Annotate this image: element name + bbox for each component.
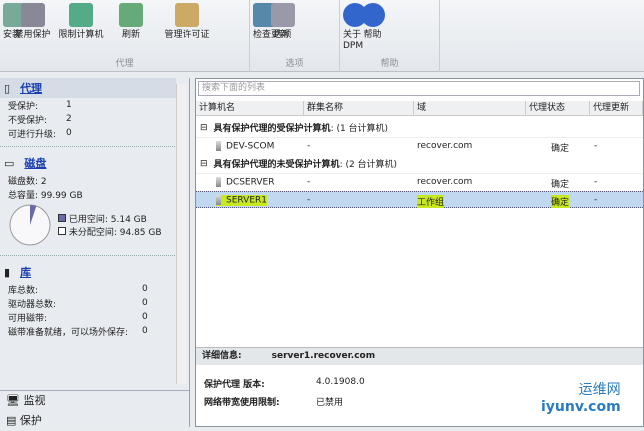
ribbon-group: 安装 禁用保护 限制计算机 刷新 管理许可证代理 bbox=[0, 0, 250, 72]
detail-header: 详细信息: server1.recover.com bbox=[196, 347, 643, 365]
table-cell: - bbox=[307, 195, 311, 205]
disks-link[interactable]: 磁盘 bbox=[24, 155, 46, 171]
button-icon bbox=[119, 3, 143, 27]
column-header[interactable]: 代理更新 bbox=[590, 101, 643, 115]
ribbon-button[interactable]: 选项 bbox=[260, 3, 305, 41]
table-cell: - bbox=[594, 177, 598, 187]
ribbon-group: 检查更新 选项 选项 bbox=[250, 0, 340, 72]
table-cell: 确定 bbox=[551, 144, 570, 154]
watermark-logo: 运维网 iyunv.com bbox=[541, 382, 621, 415]
group-label: 代理 bbox=[115, 59, 134, 69]
ribbon-button[interactable]: 安装 bbox=[3, 3, 27, 41]
disk-capacity: 总容量: 99.99 GB bbox=[8, 190, 83, 201]
ribbon-button[interactable]: 禁用保护 bbox=[10, 3, 55, 41]
stat-row: 不受保护: 2 bbox=[8, 114, 72, 126]
table-row[interactable]: SERVER1 - 工作组 确定 - bbox=[196, 191, 643, 208]
button-icon bbox=[360, 3, 385, 27]
computer-list-pane: 搜索下面的列表 计算机名 群集名称域代理状态 代理更新 ⊟ 具有保护代理的受保护计算机… bbox=[195, 78, 644, 427]
ribbon-button[interactable]: 帮助 bbox=[350, 3, 395, 41]
table-cell: - bbox=[307, 141, 311, 151]
disk-pie-chart bbox=[9, 204, 51, 246]
table-row[interactable]: DCSERVER - recover.com 确定 - bbox=[196, 173, 643, 190]
ribbon: 安装 禁用保护 限制计算机 刷新 管理许可证 代理 检查更新 选项 选项 关于 DPM 帮助 帮助 bbox=[0, 0, 644, 72]
group-row[interactable]: ⊟ 具有保护代理的受保护计算机: (1 台计算机) bbox=[196, 119, 643, 136]
ribbon-button[interactable]: 管理许可证 bbox=[157, 3, 217, 41]
group-label: 帮助 bbox=[380, 59, 399, 69]
summary-panel: ▯ 代理 受保护: 1 不受保护: 2 可进行升级: 0 ▭ 磁盘 磁盘数: 2 总容量: 9… bbox=[0, 78, 190, 430]
table-cell: SERVER1 bbox=[216, 195, 267, 206]
ribbon-group: 关于 DPM 帮助 帮助 bbox=[340, 0, 440, 72]
table-cell: 确定 bbox=[551, 180, 570, 190]
table-cell: DCSERVER bbox=[216, 177, 274, 188]
table-cell: - bbox=[307, 177, 311, 187]
collapse-icon[interactable]: ⊟ bbox=[200, 123, 208, 133]
table-header: 计算机名 群集名称域代理状态 代理更新 bbox=[196, 101, 643, 116]
library-icon: ▮ bbox=[4, 265, 11, 279]
table-cell: 确定 bbox=[551, 195, 570, 208]
agents-link[interactable]: 代理 bbox=[20, 80, 42, 96]
column-header[interactable]: 代理状态 bbox=[526, 101, 590, 115]
button-icon bbox=[270, 3, 295, 27]
column-header[interactable]: 群集名称 bbox=[304, 101, 414, 115]
nav-monitoring[interactable]: 🖥 监视 bbox=[0, 391, 189, 411]
stat-row: 磁带准备就绪，可以场外保存: 0 bbox=[8, 326, 148, 338]
stat-row: 驱动器总数: 0 bbox=[8, 298, 148, 310]
ribbon-button[interactable]: 检查更新 bbox=[253, 3, 289, 41]
stat-row: 库总数: 0 bbox=[8, 284, 148, 296]
button-icon bbox=[20, 3, 45, 27]
agent-icon: ▯ bbox=[4, 81, 11, 95]
stat-row: 可用磁带: 0 bbox=[8, 312, 148, 324]
group-row[interactable]: ⊟ 具有保护代理的未受保护计算机: (2 台计算机) bbox=[196, 155, 643, 172]
disk-count: 磁盘数: 2 bbox=[8, 176, 47, 187]
button-icon bbox=[175, 3, 199, 27]
disk-icon: ▭ bbox=[4, 156, 15, 170]
table-cell: 工作组 bbox=[417, 195, 445, 208]
library-link[interactable]: 库 bbox=[20, 264, 31, 280]
scrollbar[interactable] bbox=[176, 84, 187, 384]
divider bbox=[0, 146, 177, 147]
server-icon bbox=[216, 177, 221, 187]
agents-header: ▯ 代理 bbox=[0, 78, 176, 98]
button-icon bbox=[69, 3, 93, 27]
stat-row: 可进行升级: 0 bbox=[8, 128, 72, 140]
column-header[interactable]: 计算机名 bbox=[196, 101, 304, 115]
nav-protection[interactable]: ▤ 保护 bbox=[0, 411, 189, 431]
table-cell: recover.com bbox=[417, 141, 473, 151]
group-label: 选项 bbox=[285, 59, 304, 69]
detail-bandwidth: 网络带宽使用限制: 已禁用 bbox=[204, 398, 344, 408]
ribbon-button[interactable]: 刷新 bbox=[107, 3, 155, 41]
server-icon bbox=[216, 141, 221, 151]
stat-row: 受保护: 1 bbox=[8, 100, 72, 112]
disks-header: ▭ 磁盘 bbox=[0, 153, 189, 173]
library-header: ▮ 库 bbox=[0, 262, 189, 282]
legend-used: 已用空间: 5.14 GB bbox=[58, 212, 162, 225]
detail-agent-version: 保护代理 版本: 4.0.1908.0 bbox=[204, 377, 365, 390]
table-row[interactable]: DEV-SCOM - recover.com 确定 - bbox=[196, 137, 643, 154]
table-cell: recover.com bbox=[417, 177, 473, 187]
server-icon bbox=[216, 195, 221, 205]
legend-free: 未分配空间: 94.85 GB bbox=[58, 225, 162, 238]
ribbon-button[interactable]: 限制计算机 bbox=[57, 3, 105, 41]
column-header[interactable]: 域 bbox=[414, 101, 526, 115]
divider bbox=[0, 255, 177, 256]
ribbon-button[interactable]: 关于 DPM bbox=[343, 3, 367, 52]
collapse-icon[interactable]: ⊟ bbox=[200, 159, 208, 169]
table-cell: - bbox=[594, 195, 598, 205]
table-cell: - bbox=[594, 141, 598, 151]
search-input[interactable]: 搜索下面的列表 bbox=[198, 81, 640, 96]
table-cell: DEV-SCOM bbox=[216, 141, 274, 152]
